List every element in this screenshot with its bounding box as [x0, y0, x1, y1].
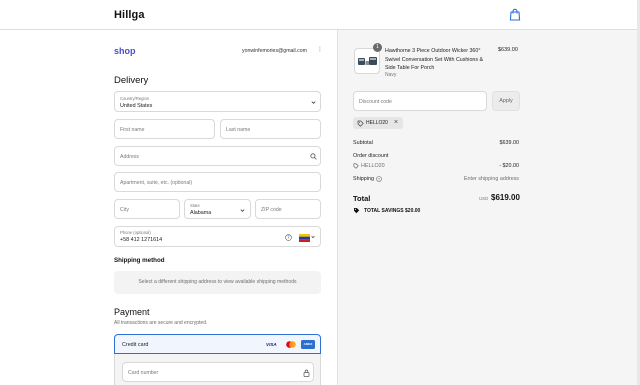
last-name-placeholder: Last name [226, 127, 251, 133]
currency-code: USD [479, 196, 489, 201]
tag-icon [357, 120, 364, 127]
zip-placeholder: ZIP code [261, 207, 282, 213]
visa-logo: VISA [266, 342, 277, 347]
total-savings: TOTAL SAVINGS $20.00 [364, 208, 420, 214]
search-icon [310, 153, 317, 160]
shipping-method-message: Select a different shipping address to v… [138, 279, 297, 285]
last-name-input[interactable]: Last name [220, 119, 321, 139]
quantity-badge: 1 [373, 43, 382, 52]
account-email: yonwinfemories@gmail.com [242, 48, 307, 54]
help-icon[interactable]: ? [285, 234, 292, 241]
state-value: Alabama [190, 209, 212, 216]
venezuela-flag-icon[interactable] [299, 233, 310, 242]
product-variant: Navy [385, 72, 397, 78]
city-input[interactable]: City [114, 199, 180, 219]
zip-input[interactable]: ZIP code [255, 199, 321, 219]
order-discount-value: - $20.00 [499, 163, 519, 169]
phone-input[interactable]: Phone (optional) +58 412 1271614 ? [114, 226, 321, 247]
credit-card-label: Credit card [122, 341, 149, 348]
product-name: Hawthorne 3 Piece Outdoor Wicker 360° Sw… [385, 48, 484, 71]
state-select[interactable]: State Alabama [184, 199, 251, 219]
account-menu-icon[interactable]: ⋮ [317, 47, 323, 53]
applied-discount-tag: HELLO20 × [353, 117, 403, 129]
address-input[interactable]: Address [114, 146, 321, 166]
order-discount-label: Order discount [353, 153, 389, 159]
delivery-heading: Delivery [114, 75, 149, 86]
apartment-placeholder: Apartment, suite, etc. (optional) [120, 180, 193, 186]
svg-text:?: ? [378, 176, 380, 181]
tag-icon [353, 163, 359, 169]
chevron-down-icon [240, 208, 245, 212]
payment-heading: Payment [114, 307, 150, 317]
shopping-bag-icon[interactable] [509, 8, 521, 21]
subtotal-label: Subtotal [353, 140, 373, 146]
shipping-method-heading: Shipping method [114, 257, 165, 264]
first-name-placeholder: First name [120, 127, 145, 133]
savings-value: $20.00 [405, 208, 421, 214]
mastercard-logo [286, 341, 296, 348]
apartment-input[interactable]: Apartment, suite, etc. (optional) [114, 172, 321, 192]
shipping-label: Shipping [353, 176, 374, 182]
subtotal-value: $639.00 [499, 140, 520, 146]
phone-label: Phone (optional) [120, 230, 151, 235]
chevron-down-icon [311, 101, 316, 104]
country-label: Country/Region [120, 95, 150, 101]
product-price: $639.00 [498, 47, 518, 53]
total-value: $619.00 [491, 193, 520, 202]
shop-pay-logo: shop [114, 46, 136, 56]
first-name-input[interactable]: First name [114, 119, 215, 139]
tag-icon [354, 208, 360, 214]
amex-logo: AMEX [301, 340, 315, 349]
address-placeholder: Address [120, 154, 140, 160]
state-label: State [190, 203, 200, 208]
apply-discount-button[interactable]: Apply [492, 91, 520, 111]
credit-card-option[interactable]: Credit card VISA AMEX [114, 334, 321, 354]
country-value: United States [120, 102, 153, 109]
card-number-input[interactable]: Card number [122, 362, 314, 382]
remove-discount-icon[interactable]: × [394, 119, 398, 126]
total-label: Total [353, 194, 371, 203]
card-details-section: Card number [114, 354, 321, 385]
country-select[interactable]: Country/Region United States [114, 91, 321, 112]
applied-discount-code: HELLO20 [366, 120, 388, 127]
order-discount-code: HELLO20 [361, 163, 385, 169]
store-logo[interactable]: Hillga [114, 9, 145, 21]
help-icon[interactable]: ? [376, 176, 382, 182]
phone-value: +58 412 1271614 [120, 237, 163, 243]
patio-set-image [358, 57, 377, 65]
chevron-down-icon [311, 236, 315, 239]
header: Hillga [0, 0, 640, 30]
card-number-placeholder: Card number [128, 370, 159, 376]
savings-label: TOTAL SAVINGS [364, 208, 404, 214]
city-placeholder: City [120, 207, 129, 213]
shipping-method-notice: Select a different shipping address to v… [114, 271, 321, 294]
payment-subtitle: All transactions are secure and encrypte… [114, 320, 208, 326]
discount-placeholder: Discount code [359, 99, 392, 105]
lock-icon [303, 369, 310, 377]
shipping-value: Enter shipping address [463, 176, 519, 182]
discount-code-input[interactable]: Discount code [353, 91, 487, 111]
